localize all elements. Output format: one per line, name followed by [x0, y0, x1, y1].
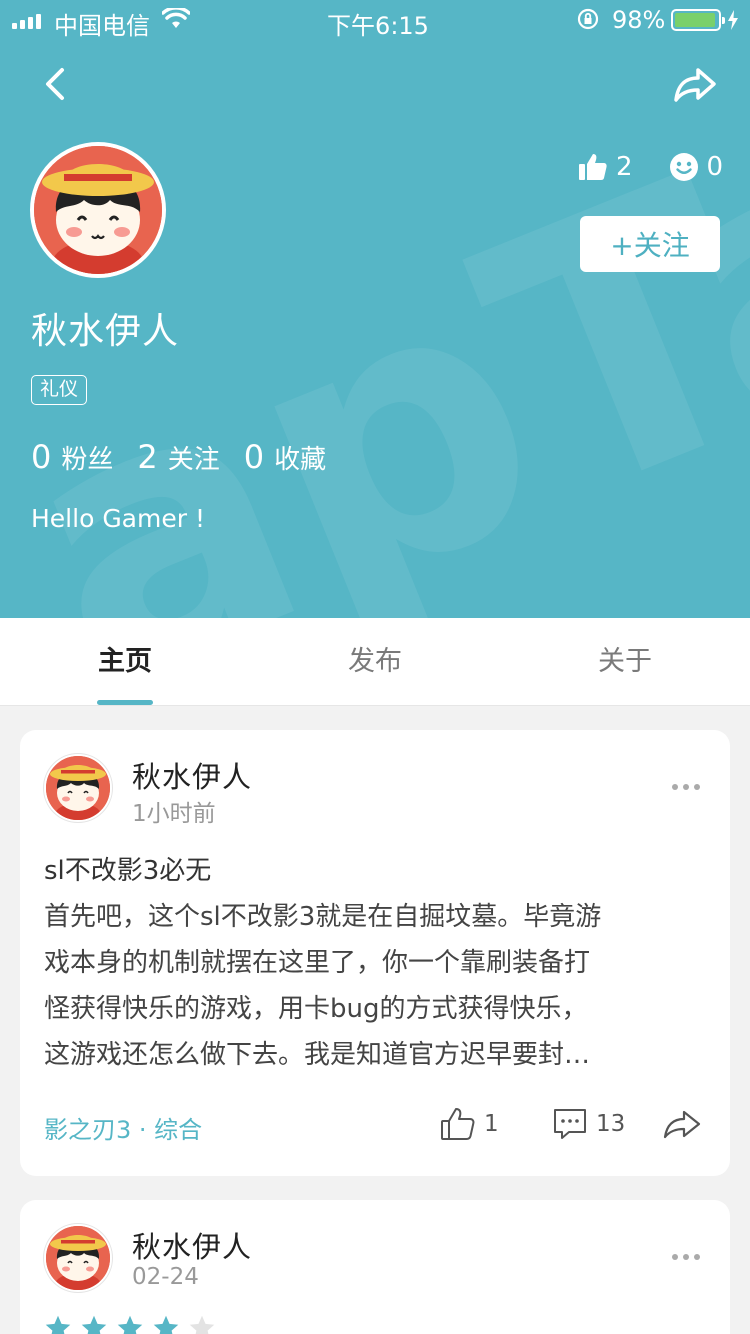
post-title[interactable]: sl不改影3必无 [44, 850, 211, 887]
post-body-line: 戏本身的机制就摆在这里了，你一个靠刷装备打 [44, 948, 591, 978]
following-label[interactable]: 关注 [168, 439, 220, 476]
profile-tabs: 主页 发布 关于 [0, 618, 750, 706]
back-icon[interactable] [36, 62, 76, 106]
comment-icon [554, 1109, 586, 1139]
post-topic-link[interactable]: 影之刃3 · 综合 [44, 1110, 202, 1145]
star-icon [189, 1315, 215, 1334]
tab-home[interactable]: 主页 [0, 618, 250, 706]
profile-header: apTap 中国电信 下午6:15 98% 2 0 +关注 秋水伊人 礼仪 0 … [0, 0, 750, 618]
profile-tag-badge: 礼仪 [31, 375, 88, 405]
profile-emote-count: 0 [706, 152, 724, 182]
post-comment-button[interactable]: 13 [552, 1106, 625, 1142]
thumb-up-outline-icon [441, 1108, 475, 1140]
rotation-lock-icon [577, 8, 599, 30]
favorites-label[interactable]: 收藏 [274, 439, 326, 476]
fans-label[interactable]: 粉丝 [61, 439, 113, 476]
fans-count[interactable]: 0 [31, 438, 51, 476]
post-body-line: 怪获得快乐的游戏，用卡bug的方式获得快乐， [44, 994, 588, 1024]
star-icon [153, 1315, 179, 1334]
post-like-count: 1 [484, 1111, 499, 1137]
profile-stats: 0 粉丝 2 关注 0 收藏 [31, 438, 350, 476]
thumb-up-icon[interactable] [578, 152, 608, 182]
post-like-button[interactable]: 1 [440, 1106, 499, 1142]
post-author[interactable]: 秋水伊人 [132, 1224, 252, 1266]
post-share-button[interactable] [662, 1106, 702, 1142]
avatar-image [46, 756, 110, 820]
share-icon[interactable] [670, 62, 718, 106]
following-count[interactable]: 2 [137, 438, 157, 476]
star-icon [81, 1315, 107, 1334]
profile-reactions: 2 0 [578, 150, 723, 184]
post-author[interactable]: 秋水伊人 [132, 754, 252, 796]
author-avatar[interactable] [44, 754, 112, 822]
post-comment-count: 13 [596, 1111, 626, 1137]
battery-icon [671, 9, 725, 31]
charging-icon [728, 10, 738, 30]
post-body-line: 首先吧，这个sl不改影3就是在自掘坟墓。毕竟游 [44, 902, 602, 932]
author-avatar[interactable] [44, 1224, 112, 1292]
star-icon [45, 1315, 71, 1334]
star-icon [117, 1315, 143, 1334]
battery-percent: 98% [612, 6, 666, 34]
profile-name: 秋水伊人 [31, 311, 180, 352]
profile-bio: Hello Gamer ! [31, 504, 205, 533]
favorites-count[interactable]: 0 [244, 438, 264, 476]
avatar-image [34, 146, 162, 274]
avatar-image [46, 1226, 110, 1290]
post-time: 02-24 [132, 1264, 199, 1290]
tab-posts[interactable]: 发布 [250, 618, 500, 706]
status-bar: 中国电信 下午6:15 98% [0, 0, 750, 40]
follow-button[interactable]: +关注 [580, 216, 720, 272]
profile-avatar[interactable] [30, 142, 166, 278]
post-body-line: 这游戏还怎么做下去。我是知道官方迟早要封… [44, 1040, 591, 1070]
share-icon [663, 1110, 701, 1139]
smile-icon[interactable] [669, 152, 699, 182]
profile-like-count: 2 [616, 152, 633, 182]
post-card[interactable]: 秋水伊人 1小时前 sl不改影3必无 首先吧，这个sl不改影3就是在自掘坟墓。毕… [20, 730, 730, 1176]
more-options-icon[interactable] [672, 784, 700, 790]
post-card[interactable]: 秋水伊人 02-24 [20, 1200, 730, 1334]
tab-active-indicator [97, 700, 153, 705]
more-options-icon[interactable] [672, 1254, 700, 1260]
post-time: 1小时前 [132, 801, 216, 827]
tab-about[interactable]: 关于 [500, 618, 750, 706]
post-body[interactable]: 首先吧，这个sl不改影3就是在自掘坟墓。毕竟游 戏本身的机制就摆在这里了，你一个… [44, 894, 704, 1078]
post-rating [44, 1314, 216, 1334]
